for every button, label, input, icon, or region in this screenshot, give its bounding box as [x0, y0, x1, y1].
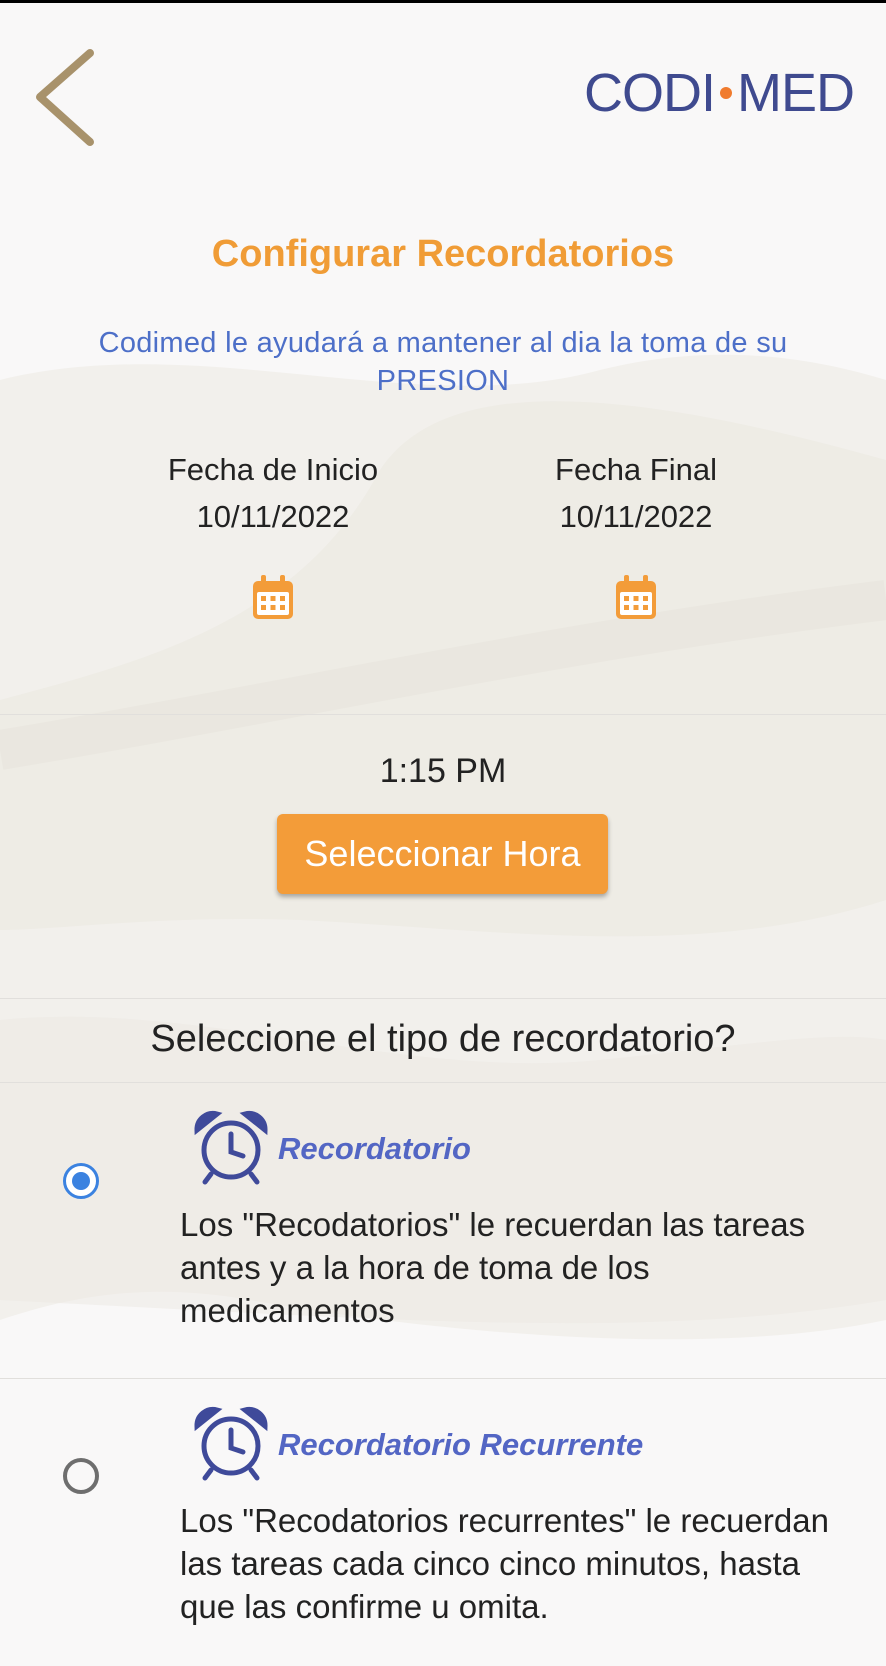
alarm-clock-icon	[194, 1407, 268, 1481]
start-date-label: Fecha de Inicio	[167, 452, 379, 487]
codimed-logo: CODI MED	[584, 63, 855, 123]
logo-text-right: MED	[737, 63, 855, 123]
end-date-block: Fecha Final 10/11/2022	[486, 446, 786, 540]
divider	[0, 714, 886, 715]
start-calendar-icon[interactable]	[251, 573, 295, 621]
option-reminder-title: Recordatorio	[278, 1131, 471, 1166]
back-chevron-icon[interactable]	[30, 45, 100, 150]
end-calendar-icon[interactable]	[614, 573, 658, 621]
start-date-value: 10/11/2022	[196, 499, 350, 534]
alarm-clock-icon	[194, 1111, 268, 1185]
divider	[0, 1082, 886, 1083]
start-date-block: Fecha de Inicio 10/11/2022	[123, 446, 423, 540]
logo-text-left: CODI	[584, 63, 716, 123]
end-date-value: 10/11/2022	[559, 499, 713, 534]
end-date-label: Fecha Final	[555, 452, 717, 487]
page-title: Configurar Recordatorios	[211, 233, 675, 275]
logo-dot	[720, 86, 732, 99]
select-time-button[interactable]: Seleccionar Hora	[277, 814, 608, 894]
recurring-reminder-radio[interactable]	[63, 1458, 99, 1494]
option-reminder-description: Los "Recodatorios" le recuerdan las tare…	[180, 1206, 806, 1329]
divider	[0, 1378, 886, 1379]
page-subtitle: Codimed le ayudará a mantener al dia la …	[98, 327, 788, 397]
reminder-radio[interactable]	[63, 1163, 99, 1199]
reminder-type-question: Seleccione el tipo de recordatorio?	[150, 1018, 736, 1060]
option-recurring-title: Recordatorio Recurrente	[278, 1427, 644, 1462]
selected-time: 1:15 PM	[379, 752, 507, 790]
divider	[0, 998, 886, 999]
option-recurring-description: Los "Recodatorios recurrentes" le recuer…	[180, 1502, 829, 1625]
